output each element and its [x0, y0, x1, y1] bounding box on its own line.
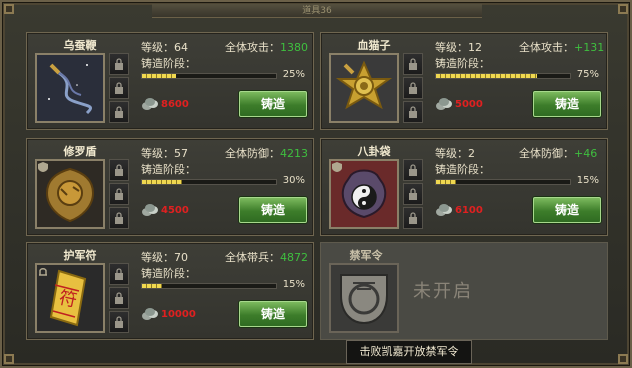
forge-progress-fill — [436, 74, 537, 78]
forge-cost: 8600 — [161, 99, 189, 110]
forge-stage-label: 铸造阶段： — [141, 163, 196, 176]
item-card-locked-imperial-token: 禁军令 未开启 — [320, 242, 608, 340]
lock-icon — [109, 207, 129, 229]
forge-button[interactable]: 铸造 — [533, 91, 601, 117]
level-label: 等级：57 — [141, 147, 188, 160]
item-name: 八卦袋 — [357, 145, 391, 158]
forge-stage-label: 铸造阶段： — [141, 57, 196, 70]
item-card-shield: 修罗盾 等级：57 全体防御：4213 铸造阶段： 30% 4500 铸造 — [26, 138, 314, 236]
silver-coin-icon — [142, 98, 158, 110]
frame-corner-bl — [4, 354, 14, 364]
silver-coin-icon — [436, 204, 452, 216]
level-label: 等级：2 — [435, 147, 475, 160]
forge-panel: 道具36 乌蚕鞭 等级：64 全体攻击：1380 铸造阶段： 25% 8600 … — [0, 0, 632, 368]
forge-progress-bar — [141, 73, 277, 79]
lock-icon — [403, 53, 423, 75]
not-open-status: 未开启 — [413, 281, 473, 302]
stat-label: 全体攻击：1380 — [225, 39, 308, 55]
lock-icon — [403, 183, 423, 205]
shield-badge-icon — [38, 162, 48, 172]
silver-coin-icon — [142, 204, 158, 216]
stat-name: 全体带兵： — [225, 251, 280, 264]
level-label: 等级：64 — [141, 41, 188, 54]
stat-label: 全体攻击：+131 — [519, 39, 604, 55]
stat-name: 全体防御： — [519, 147, 574, 160]
forge-cost: 10000 — [161, 309, 196, 320]
item-card-bagua-bag: 八卦袋 等级：2 全体防御：+46 铸造阶段： 15% 6100 铸造 — [320, 138, 608, 236]
lock-icon — [403, 159, 423, 181]
forge-stage-label: 铸造阶段： — [435, 163, 490, 176]
forge-cost: 6100 — [455, 205, 483, 216]
lock-icon — [109, 53, 129, 75]
progress-percent: 15% — [576, 175, 599, 186]
unlock-tooltip: 击败凯嘉开放禁军令 — [346, 340, 472, 364]
hat-badge-icon — [39, 268, 47, 276]
progress-percent: 25% — [282, 69, 305, 80]
forge-cost: 5000 — [455, 99, 483, 110]
silver-coin-icon — [142, 308, 158, 320]
forge-progress-bar — [435, 179, 571, 185]
stat-value: +46 — [574, 147, 598, 160]
forge-progress-fill — [142, 180, 183, 184]
forge-progress-bar — [141, 283, 277, 289]
forge-progress-fill — [142, 74, 176, 78]
stat-label: 全体带兵：4872 — [225, 249, 308, 265]
stat-value: +131 — [574, 41, 605, 54]
lock-icon — [403, 77, 423, 99]
silver-coin-icon — [436, 98, 452, 110]
forge-button[interactable]: 铸造 — [239, 91, 307, 117]
forge-progress-bar — [141, 179, 277, 185]
progress-percent: 75% — [576, 69, 599, 80]
forge-button[interactable]: 铸造 — [533, 197, 601, 223]
stat-label: 全体防御：4213 — [225, 145, 308, 161]
item-name: 血猫子 — [357, 39, 391, 52]
lock-icon — [109, 183, 129, 205]
forge-stage-label: 铸造阶段： — [141, 267, 196, 280]
star-emblem-icon[interactable] — [329, 53, 399, 123]
item-name: 乌蚕鞭 — [63, 39, 97, 52]
stat-value: 4213 — [280, 147, 308, 160]
frame-corner-tr — [618, 4, 628, 14]
forge-button[interactable]: 铸造 — [239, 197, 307, 223]
item-card-talisman: 护军符 符 等级：70 全体带兵：4872 铸造阶段： 15% 10000 铸造 — [26, 242, 314, 340]
stat-name: 全体攻击： — [225, 41, 280, 54]
stat-label: 全体防御：+46 — [519, 145, 597, 161]
forge-cost: 4500 — [161, 205, 189, 216]
item-card-whip: 乌蚕鞭 等级：64 全体攻击：1380 铸造阶段： 25% 8600 铸造 — [26, 32, 314, 130]
seal-token-icon[interactable] — [329, 263, 399, 333]
lock-icon — [403, 207, 423, 229]
level-label: 等级：70 — [141, 251, 188, 264]
lock-icon — [109, 287, 129, 309]
lock-icon — [109, 263, 129, 285]
progress-percent: 15% — [282, 279, 305, 290]
shield-badge-icon — [332, 162, 342, 172]
forge-progress-fill — [436, 180, 457, 184]
frame-corner-tl — [4, 4, 14, 14]
lock-icon — [109, 311, 129, 333]
forge-button[interactable]: 铸造 — [239, 301, 307, 327]
lock-icon — [109, 159, 129, 181]
level-label: 等级：12 — [435, 41, 482, 54]
stat-name: 全体防御： — [225, 147, 280, 160]
forge-progress-bar — [435, 73, 571, 79]
frame-corner-br — [618, 354, 628, 364]
stat-name: 全体攻击： — [519, 41, 574, 54]
forge-progress-fill — [142, 284, 163, 288]
item-card-blood-cat: 血猫子 等级：12 全体攻击：+131 铸造阶段： 75% 5000 铸造 — [320, 32, 608, 130]
stat-value: 4872 — [280, 251, 308, 264]
whip-icon[interactable] — [35, 53, 105, 123]
progress-percent: 30% — [282, 175, 305, 186]
item-name: 禁军令 — [349, 249, 383, 262]
panel-title: 道具36 — [152, 4, 482, 18]
lock-icon — [109, 77, 129, 99]
lock-icon — [109, 101, 129, 123]
item-name: 修罗盾 — [63, 145, 97, 158]
forge-stage-label: 铸造阶段： — [435, 57, 490, 70]
item-name: 护军符 — [63, 249, 97, 262]
lock-icon — [403, 101, 423, 123]
stat-value: 1380 — [280, 41, 308, 54]
